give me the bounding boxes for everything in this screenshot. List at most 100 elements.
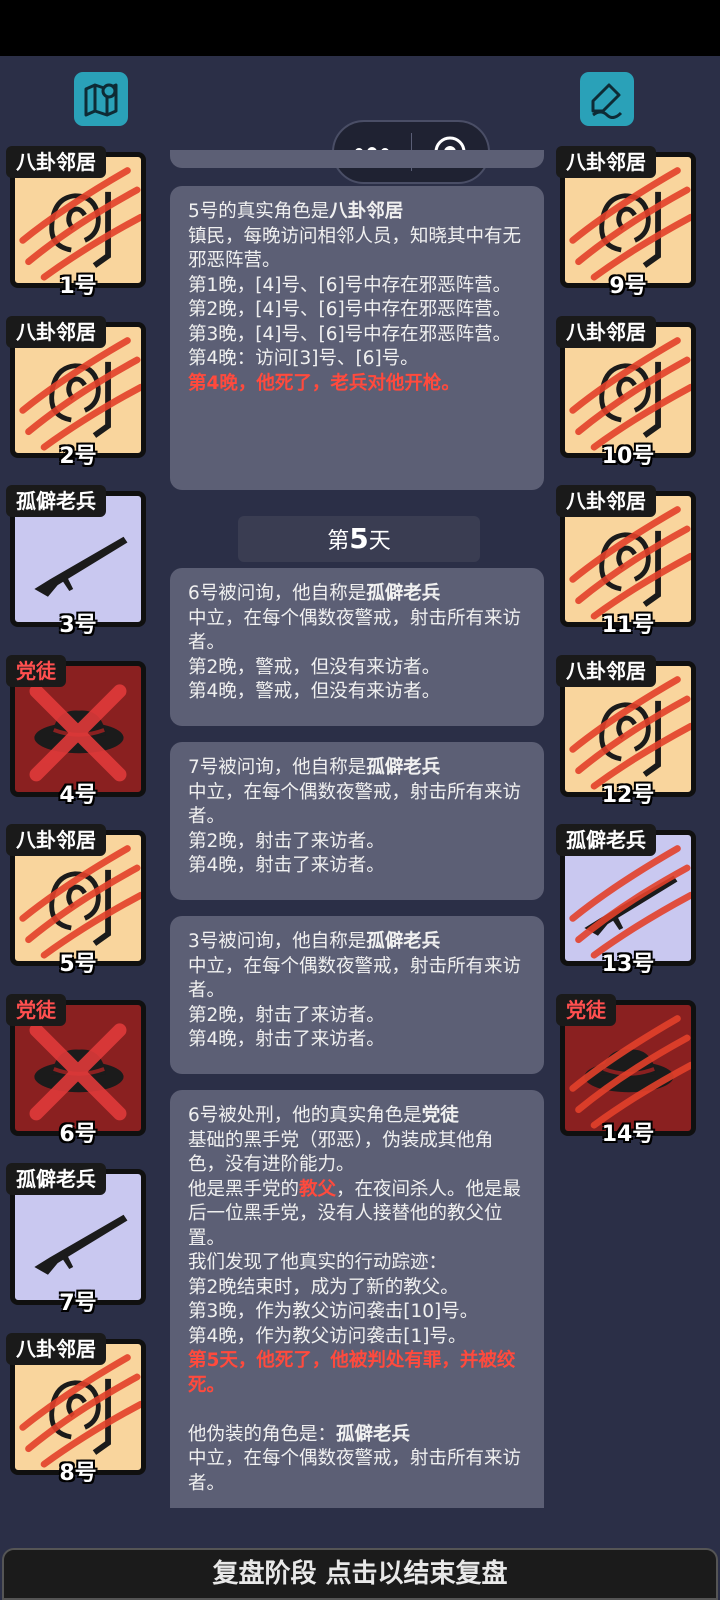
player-card[interactable]: 党徒 6号	[6, 993, 146, 1147]
godfather-text: 他是黑手党的	[188, 1178, 300, 1200]
map-icon	[84, 83, 118, 117]
disguise-description: 中立，在每个偶数夜警戒，射击所有来访者。	[188, 1448, 522, 1494]
role-label: 八卦邻居	[6, 824, 106, 856]
message-card-partial	[170, 150, 544, 168]
seat-number: 1号	[59, 274, 97, 299]
seat-number: 10号	[601, 443, 655, 469]
day-suffix: 天	[368, 529, 391, 554]
night-log: 第4晚，作为教父访问袭击[1]号。	[188, 1325, 467, 1347]
role-name: 孤僻老兵	[366, 757, 441, 778]
message-lead: 6号被处刑，他的真实角色是	[188, 1105, 422, 1126]
role-description: 中立，在每个偶数夜警戒，射击所有来访者。	[188, 607, 522, 654]
role-label: 孤僻老兵	[6, 485, 106, 517]
death-notice: 第5天，他死了，他被判处有罪，并被绞死。	[188, 1350, 516, 1396]
day-banner: 第5天	[238, 516, 480, 562]
day-prefix: 第	[327, 529, 350, 554]
edit-note-icon	[591, 83, 623, 119]
night-log: 第2晚，射击了来访者。	[188, 1004, 385, 1026]
player-card[interactable]: 八卦邻居 5号	[6, 824, 146, 977]
seat-number: 9号	[609, 274, 647, 299]
role-name: 八卦邻居	[329, 201, 404, 222]
role-label: 八卦邻居	[6, 1332, 106, 1365]
night-log: 第2晚，[4]号、[6]号中存在邪恶阵营。	[188, 299, 512, 320]
role-label: 孤僻老兵	[6, 1163, 106, 1195]
end-review-label: 复盘阶段 点击以结束复盘	[212, 1559, 508, 1589]
night-log: 第4晚，射击了来访者。	[188, 1029, 385, 1050]
role-label: 党徒	[556, 993, 616, 1026]
player-card[interactable]: 八卦邻居 8号	[6, 1332, 146, 1486]
death-notice: 第4晚，他死了，老兵对他开枪。	[188, 372, 460, 394]
night-log: 第2晚，警戒，但没有来访者。	[188, 656, 441, 678]
role-label: 八卦邻居	[6, 315, 106, 348]
seat-number: 11号	[601, 613, 655, 638]
role-label: 八卦邻居	[556, 146, 656, 178]
disguise-lead: 他伪装的角色是：	[188, 1423, 337, 1445]
role-label: 八卦邻居	[556, 485, 656, 517]
player-card[interactable]: 八卦邻居 1号	[6, 146, 146, 299]
role-label: 八卦邻居	[6, 146, 106, 178]
rifle-icon	[34, 536, 128, 597]
status-bar	[0, 0, 720, 56]
night-log: 第1晚，[4]号、[6]号中存在邪恶阵营。	[188, 274, 512, 296]
player-card[interactable]: 八卦邻居 2号	[6, 315, 146, 469]
claw-marks-icon	[19, 336, 141, 451]
night-log: 第4晚，射击了来访者。	[188, 855, 385, 876]
seat-number: 12号	[601, 782, 655, 808]
claw-marks-icon	[19, 167, 141, 281]
claw-marks-icon	[569, 675, 691, 790]
claw-marks-icon	[569, 506, 691, 620]
player-card[interactable]: 八卦邻居 11号	[556, 485, 696, 638]
seat-number: 3号	[59, 613, 97, 638]
notes-button[interactable]	[580, 72, 634, 126]
night-log: 第4晚，警戒，但没有来访者。	[188, 681, 441, 702]
role-label: 八卦邻居	[556, 315, 656, 348]
player-card[interactable]: 八卦邻居 12号	[556, 654, 696, 808]
role-name: 党徒	[421, 1105, 459, 1126]
player-card[interactable]: 党徒 4号	[6, 654, 146, 808]
role-label: 孤僻老兵	[556, 824, 656, 856]
end-review-button[interactable]: 复盘阶段 点击以结束复盘	[2, 1548, 718, 1600]
message-lead: 7号被问询，他自称是	[188, 757, 367, 778]
seat-number: 13号	[601, 952, 655, 977]
seat-number: 14号	[601, 1121, 655, 1147]
seat-number: 2号	[59, 443, 97, 469]
trace-heading: 我们发现了他真实的行动踪迹：	[188, 1252, 448, 1273]
disguise-role: 孤僻老兵	[336, 1423, 411, 1445]
message-card: 6号被问询，他自称是孤僻老兵 中立，在每个偶数夜警戒，射击所有来访者。 第2晚，…	[170, 568, 544, 726]
message-card: 5号的真实角色是八卦邻居 镇民，每晚访问相邻人员，知晓其中有无邪恶阵营。 第1晚…	[170, 186, 544, 490]
day-number: 5	[349, 522, 369, 555]
player-card[interactable]: 孤僻老兵 13号	[556, 824, 696, 977]
seat-number: 8号	[59, 1460, 97, 1486]
player-card[interactable]: 八卦邻居 10号	[556, 315, 696, 469]
role-name: 孤僻老兵	[366, 931, 441, 952]
role-name: 孤僻老兵	[366, 583, 441, 604]
claw-marks-icon	[569, 1014, 691, 1129]
seat-number: 5号	[59, 952, 97, 977]
role-description: 基础的黑手党（邪恶），伪装成其他角色，没有进阶能力。	[188, 1129, 494, 1176]
role-label: 党徒	[6, 654, 66, 687]
seat-number: 7号	[59, 1291, 97, 1316]
map-button[interactable]	[74, 72, 128, 126]
message-card: 6号被处刑，他的真实角色是党徒 基础的黑手党（邪恶），伪装成其他角色，没有进阶能…	[170, 1090, 544, 1508]
night-log: 第3晚，作为教父访问袭击[10]号。	[188, 1301, 479, 1322]
rifle-icon	[34, 1214, 128, 1275]
night-log: 第2晚结束时，成为了新的教父。	[188, 1276, 459, 1298]
claw-marks-icon	[19, 845, 141, 959]
claw-marks-icon	[569, 336, 691, 451]
night-log: 第2晚，射击了来访者。	[188, 830, 385, 852]
seat-number: 4号	[59, 782, 97, 808]
night-log: 第4晚：访问[3]号、[6]号。	[188, 348, 419, 369]
player-card[interactable]: 党徒 14号	[556, 993, 696, 1147]
message-feed[interactable]: 5号的真实角色是八卦邻居 镇民，每晚访问相邻人员，知晓其中有无邪恶阵营。 第1晚…	[166, 150, 550, 1508]
message-lead: 6号被问询，他自称是	[188, 583, 367, 604]
night-log: 第3晚，[4]号、[6]号中存在邪恶阵营。	[188, 323, 512, 345]
claw-marks-icon	[569, 845, 691, 959]
role-description: 镇民，每晚访问相邻人员，知晓其中有无邪恶阵营。	[188, 225, 522, 272]
claw-marks-icon	[19, 1353, 141, 1468]
role-label: 八卦邻居	[556, 654, 656, 687]
player-card[interactable]: 八卦邻居 9号	[556, 146, 696, 299]
role-description: 中立，在每个偶数夜警戒，射击所有来访者。	[188, 781, 522, 828]
player-card[interactable]: 孤僻老兵 7号	[6, 1163, 146, 1316]
message-lead: 5号的真实角色是	[188, 201, 330, 222]
player-card[interactable]: 孤僻老兵 3号	[6, 485, 146, 638]
